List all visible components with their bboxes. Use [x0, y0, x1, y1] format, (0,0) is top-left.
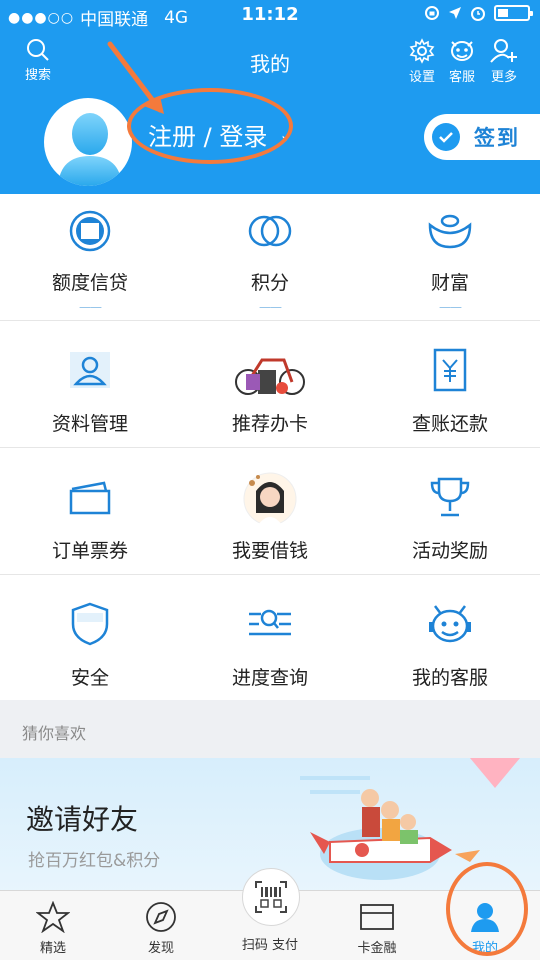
recommend-card-image: [235, 358, 305, 395]
grid-row: 额度信贷 —— 积分 —— 财富 ——: [0, 194, 540, 321]
grid-label: 订单票券: [51, 540, 128, 562]
grid-sub: ——: [439, 300, 462, 314]
grid-sub: ——: [79, 300, 102, 314]
profile-icon: [70, 352, 110, 388]
trophy-icon: [430, 477, 470, 517]
credit-quota-icon: [69, 210, 111, 252]
tab-label: 精选: [39, 941, 66, 956]
grid-label: 进度查询: [231, 667, 308, 689]
tab-discover[interactable]: 发现: [116, 891, 206, 956]
grid-label: 我的客服: [411, 667, 488, 689]
grid-label: 安全: [70, 667, 109, 689]
card-icon: [360, 904, 394, 930]
grid-item-rewards[interactable]: 活动奖励: [360, 448, 540, 574]
battery-icon: [494, 5, 533, 21]
bill-icon: [433, 348, 467, 392]
annotation-arrow: [107, 41, 164, 114]
grid-item-security[interactable]: 安全: [0, 575, 180, 701]
grid-row: 安全 进度查询 我的客服: [0, 575, 540, 702]
grid-row: 订单票券 我要借钱 活动奖励: [0, 448, 540, 575]
grid-label: 我要借钱: [231, 540, 308, 562]
more-label: 更多: [490, 70, 517, 85]
grid-item-profile[interactable]: 资料管理: [0, 321, 180, 447]
tab-label: 卡金融: [357, 941, 397, 956]
check-icon: [432, 123, 460, 151]
service-button[interactable]: 客服: [442, 38, 482, 85]
feature-grid: 额度信贷 —— 积分 —— 财富 —— 资料管理 推荐办卡 查账还款 订单票券 …: [0, 194, 540, 702]
service-label: 客服: [448, 70, 475, 85]
wealth-icon: [428, 214, 472, 249]
grid-label: 活动奖励: [411, 540, 488, 562]
add-user-icon: [490, 39, 517, 63]
profile-header: ●●●○○ 中国联通 4G 11:12 搜索 我的 设置 客服 更多 注册 / …: [0, 0, 540, 194]
grid-item-progress[interactable]: 进度查询: [180, 575, 360, 701]
alarm-icon: [471, 7, 485, 21]
scan-pay-button[interactable]: [242, 868, 300, 926]
star-icon: [36, 901, 70, 933]
grid-item-bill[interactable]: 查账还款: [360, 321, 540, 447]
tab-label: 发现: [147, 941, 174, 956]
checkin-button[interactable]: 签到: [424, 114, 540, 160]
more-button[interactable]: 更多: [484, 38, 524, 85]
grid-item-wealth[interactable]: 财富 ——: [360, 194, 540, 320]
grid-sub: ——: [259, 300, 282, 314]
borrow-image: [243, 472, 297, 525]
grid-item-recommend-card[interactable]: 推荐办卡: [180, 321, 360, 447]
progress-search-icon: [249, 609, 291, 636]
barcode-icon: [255, 881, 287, 913]
grid-label: 财富: [430, 272, 469, 294]
banner-title: 邀请好友: [26, 803, 139, 836]
status-bar: ●●●○○ 中国联通 4G 11:12: [0, 0, 540, 32]
service-bot-icon: [451, 41, 473, 61]
scan-pay-label: 扫码 支付: [241, 938, 299, 953]
grid-label: 查账还款: [411, 413, 488, 435]
settings-button[interactable]: 设置: [402, 38, 442, 85]
tab-featured[interactable]: 精选: [8, 891, 98, 956]
ticket-icon: [69, 481, 111, 515]
grid-label: 积分: [250, 272, 289, 294]
location-icon: [449, 7, 461, 19]
grid-row: 资料管理 推荐办卡 查账还款: [0, 321, 540, 448]
grid-item-points[interactable]: 积分 ——: [180, 194, 360, 320]
shield-icon: [71, 602, 109, 646]
banner-subtitle: 抢百万红包&积分: [28, 851, 161, 871]
grid-label: 推荐办卡: [231, 413, 308, 435]
grid-item-borrow[interactable]: 我要借钱: [180, 448, 360, 574]
grid-label: 额度信贷: [51, 272, 128, 294]
grid-item-credit[interactable]: 额度信贷 ——: [0, 194, 180, 320]
tab-card-finance[interactable]: 卡金融: [332, 891, 422, 956]
points-icon: [248, 215, 292, 247]
grid-item-ticket[interactable]: 订单票券: [0, 448, 180, 574]
grid-label: 资料管理: [51, 413, 128, 435]
settings-label: 设置: [408, 70, 435, 85]
grid-item-my-service[interactable]: 我的客服: [360, 575, 540, 701]
rotation-lock-icon: [425, 6, 439, 20]
annotation-circle: [446, 862, 528, 956]
service-bot-icon: [429, 605, 471, 643]
recommend-section: 猜你喜欢: [0, 700, 540, 758]
section-title: 猜你喜欢: [22, 724, 87, 743]
compass-icon: [146, 902, 176, 932]
checkin-label: 签到: [474, 126, 520, 150]
gear-icon: [409, 38, 435, 64]
